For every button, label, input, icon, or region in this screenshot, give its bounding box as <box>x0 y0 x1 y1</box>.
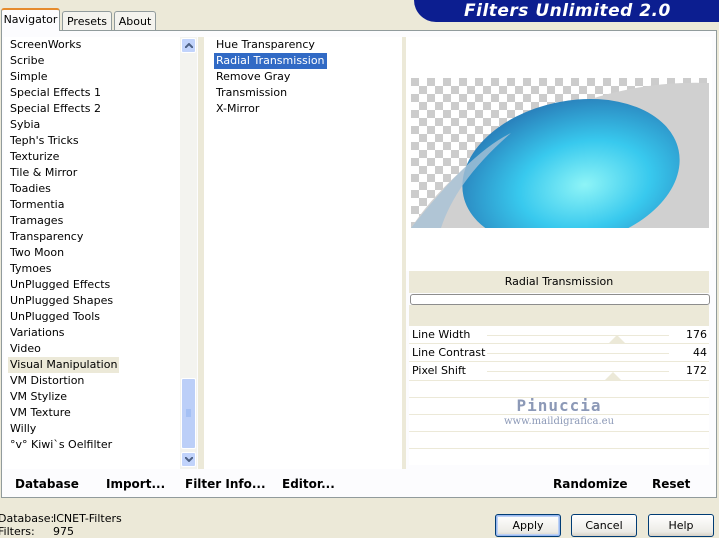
tab-about[interactable]: About <box>114 11 156 30</box>
category-item[interactable]: Teph's Tricks <box>8 133 81 149</box>
filter-item[interactable]: Remove Gray <box>214 69 292 85</box>
category-item[interactable]: Tymoes <box>8 261 53 277</box>
scroll-up-button[interactable] <box>181 38 196 53</box>
editor-button[interactable]: Editor... <box>282 477 335 491</box>
category-list[interactable]: ScreenWorks Scribe Simple Special Effects 1… <box>4 37 180 469</box>
filters-count: 975 <box>53 525 74 538</box>
chevron-down-icon <box>185 457 193 462</box>
apply-button[interactable]: Apply <box>495 514 561 537</box>
selected-filter-name: Radial Transmission <box>409 271 709 293</box>
app-title: Filters Unlimited 2.0 <box>464 1 671 21</box>
param-empty-row <box>409 431 709 448</box>
filter-list[interactable]: Hue Transparency Radial Transmission Remov… <box>204 37 402 469</box>
category-item[interactable]: UnPlugged Shapes <box>8 293 115 309</box>
database-label: Database: <box>0 512 55 525</box>
category-item[interactable]: Tramages <box>8 213 65 229</box>
category-item[interactable]: Variations <box>8 325 67 341</box>
tab-presets[interactable]: Presets <box>62 11 112 30</box>
param-slider[interactable] <box>487 353 669 354</box>
category-item[interactable]: UnPlugged Effects <box>8 277 112 293</box>
category-item[interactable]: Scribe <box>8 53 46 69</box>
randomize-button[interactable]: Randomize <box>553 477 627 491</box>
preview-image <box>411 78 709 228</box>
grip-icon <box>186 409 191 417</box>
param-empty-row <box>409 380 709 397</box>
category-item[interactable]: Simple <box>8 69 50 85</box>
scroll-down-button[interactable] <box>181 452 196 467</box>
param-slider[interactable] <box>487 371 669 372</box>
category-item[interactable]: ScreenWorks <box>8 37 83 53</box>
param-value: 172 <box>686 364 707 377</box>
category-item[interactable]: Video <box>8 341 43 357</box>
param-pixel-shift[interactable]: Pixel Shift 172 <box>409 361 709 380</box>
tab-navigator[interactable]: Navigator <box>1 8 60 31</box>
param-empty-row <box>409 448 709 465</box>
slider-thumb-icon[interactable] <box>605 372 621 380</box>
category-item[interactable]: Sybia <box>8 117 42 133</box>
watermark-name: Pinuccia <box>516 396 602 415</box>
param-label: Line Width <box>412 328 471 341</box>
category-item[interactable]: VM Stylize <box>8 389 69 405</box>
param-line-contrast[interactable]: Line Contrast 44 <box>409 343 709 362</box>
scroll-thumb[interactable] <box>181 378 196 449</box>
watermark-site: www.maildigrafica.eu <box>503 416 615 427</box>
database-value: ICNET-Filters <box>53 512 122 525</box>
category-item[interactable]: Transparency <box>8 229 85 245</box>
param-line-width[interactable]: Line Width 176 <box>409 325 709 344</box>
filter-info-button[interactable]: Filter Info... <box>185 477 266 491</box>
category-item[interactable]: Toadies <box>8 181 53 197</box>
filter-item[interactable]: Radial Transmission <box>214 53 327 69</box>
category-item[interactable]: VM Texture <box>8 405 73 421</box>
category-item[interactable]: °v° Kiwi`s Oelfilter <box>8 437 114 453</box>
category-item[interactable]: Tormentia <box>8 197 66 213</box>
database-button[interactable]: Database <box>15 477 79 491</box>
reset-button[interactable]: Reset <box>652 477 690 491</box>
chevron-up-icon <box>185 43 193 48</box>
category-item[interactable]: Willy <box>8 421 38 437</box>
param-label: Line Contrast <box>412 346 486 359</box>
filter-item[interactable]: Hue Transparency <box>214 37 317 53</box>
param-slider[interactable] <box>487 335 669 336</box>
category-item[interactable]: Special Effects 1 <box>8 85 103 101</box>
category-item[interactable]: VM Distortion <box>8 373 86 389</box>
category-item[interactable]: Tile & Mirror <box>8 165 79 181</box>
param-value: 176 <box>686 328 707 341</box>
category-scrollbar[interactable] <box>180 37 197 469</box>
cancel-button[interactable]: Cancel <box>571 514 637 537</box>
help-button[interactable]: Help <box>648 514 714 537</box>
filter-item[interactable]: X-Mirror <box>214 101 261 117</box>
category-item[interactable]: Texturize <box>8 149 61 165</box>
param-value: 44 <box>693 346 707 359</box>
filter-item[interactable]: Transmission <box>214 85 289 101</box>
param-label: Pixel Shift <box>412 364 466 377</box>
import-button[interactable]: Import... <box>106 477 165 491</box>
params-spacer <box>409 305 709 325</box>
title-banner: Filters Unlimited 2.0 <box>414 0 719 22</box>
slider-thumb-icon[interactable] <box>609 335 625 343</box>
category-item[interactable]: UnPlugged Tools <box>8 309 102 325</box>
category-item[interactable]: Two Moon <box>8 245 66 261</box>
preview-panel <box>406 37 712 271</box>
category-item[interactable]: Visual Manipulation <box>8 357 120 373</box>
filters-label: Filters: <box>0 525 35 538</box>
category-item[interactable]: Special Effects 2 <box>8 101 103 117</box>
progress-bar <box>410 294 710 305</box>
